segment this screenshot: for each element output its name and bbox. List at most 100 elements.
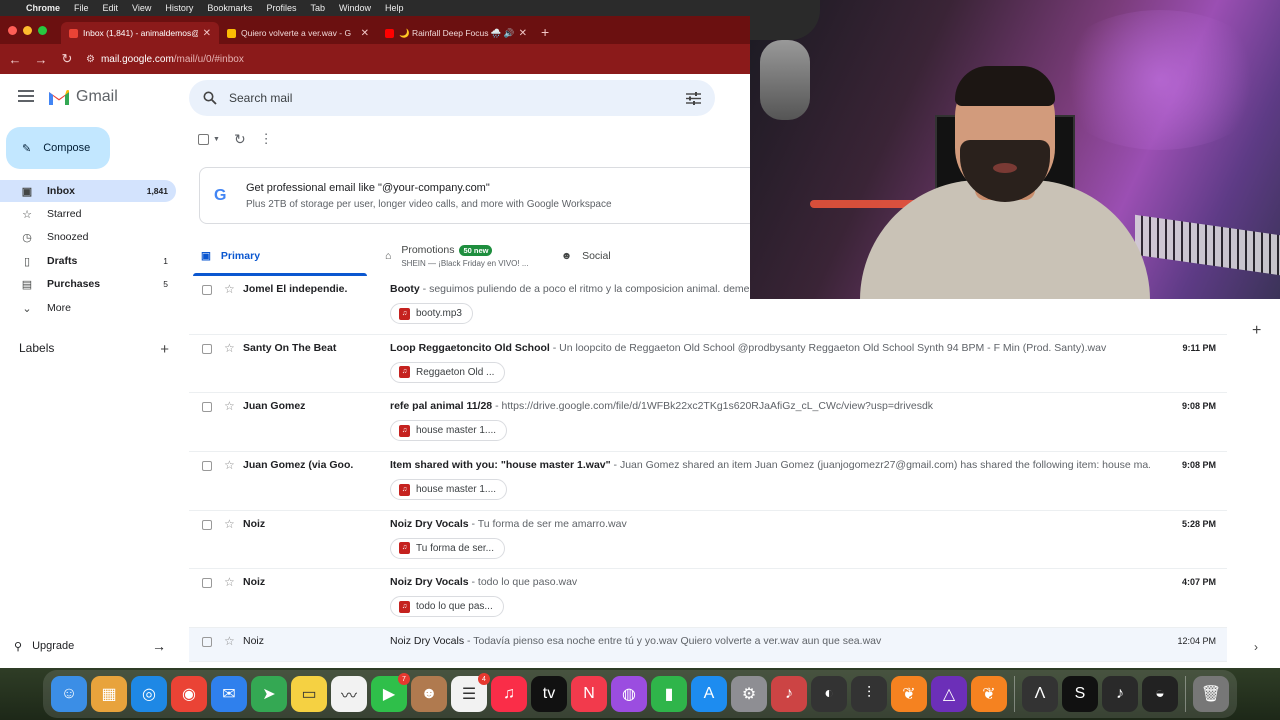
star-icon[interactable]: ☆ [224,282,235,296]
star-icon[interactable]: ☆ [224,399,235,413]
chrome-icon[interactable]: ◉ [171,676,207,712]
row-checkbox[interactable] [202,402,212,413]
numbers-icon[interactable]: ▮ [651,676,687,712]
star-icon[interactable]: ☆ [224,458,235,472]
maps-icon[interactable]: ➤ [251,676,287,712]
attachment-chip[interactable]: ♫ house master 1.... [390,479,508,501]
news-icon[interactable]: N [571,676,607,712]
audio-app-icon[interactable]: ◐ [811,676,847,712]
apogee-icon[interactable]: Λ [1022,676,1058,712]
music-icon[interactable]: ♫ [491,676,527,712]
tab-social[interactable]: ☻ Social [553,236,611,276]
freeform-icon[interactable]: 〰 [331,676,367,712]
minimize-window-button[interactable] [23,25,32,35]
search-bar[interactable]: Search mail [189,80,715,116]
safari-icon[interactable]: ◎ [131,676,167,712]
email-row[interactable]: ☆ Juan Gomez refe pal animal 11/28 - htt… [189,393,1227,453]
menu-bookmarks[interactable]: Bookmarks [207,3,252,13]
browser-tab-youtube[interactable]: 🌙 Rainfall Deep Focus 🌧️ 🔊 ✕ [377,22,535,44]
menu-window[interactable]: Window [339,3,371,13]
menu-edit[interactable]: Edit [103,3,119,13]
tab-primary[interactable]: ▣ Primary [193,236,367,276]
email-row[interactable]: ☆ Noiz Noiz Dry Vocals - Todavía pienso … [189,628,1227,663]
reminders-icon[interactable]: ☰ 4 [451,673,490,712]
email-row[interactable]: ☆ Noiz Noiz Dry Vocals - todo lo que pas… [189,569,1227,629]
attachment-chip[interactable]: ♫ Reggaeton Old ... [390,361,506,383]
add-label-icon[interactable]: + [160,341,169,358]
close-tab-icon[interactable]: ✕ [519,28,527,39]
mail-icon[interactable]: ✉ [211,676,247,712]
forward-arrow-icon[interactable]: → [34,52,48,67]
star-icon[interactable]: ☆ [224,341,235,355]
browser-tab-gmail[interactable]: Inbox (1,841) - animaldemos@ ✕ [61,22,219,44]
gmail-logo[interactable]: Gmail [48,88,118,106]
row-checkbox[interactable] [202,578,212,589]
tab-promotions[interactable]: ⌂ Promotions 50 new SHEIN — ¡Black Friday… [367,236,553,276]
blank-app-icon[interactable]: ♪ [1102,676,1138,712]
email-row[interactable]: ☆ Noiz Noiz Dry Vocals - Tu forma de ser… [189,511,1227,570]
search-options-icon[interactable] [686,91,701,105]
music-app-icon[interactable]: ♪ [771,676,807,712]
star-icon[interactable]: ☆ [224,575,235,589]
notes-icon[interactable]: ▭ [291,676,327,712]
attachment-chip[interactable]: ♫ house master 1.... [390,420,508,442]
attachment-chip[interactable]: ♫ Tu forma de ser... [390,537,505,559]
sidebar-item-drafts[interactable]: ▯ Drafts 1 [0,250,176,272]
compose-button[interactable]: ✎ Compose [6,127,110,169]
zoom-window-button[interactable] [38,25,47,35]
email-row[interactable]: ☆ Juan Gomez (via Goo. Item shared with … [189,452,1227,511]
row-checkbox[interactable] [202,343,212,354]
new-tab-icon[interactable]: + [535,20,549,44]
url-field[interactable]: ⚙ mail.google.com/mail/u/0/#inbox [86,54,244,65]
facetime-icon[interactable]: ▶ 7 [371,673,410,712]
select-all-checkbox[interactable]: ▼ [198,133,220,145]
sidebar-item-snoozed[interactable]: ◷ Snoozed [0,226,176,248]
mixer-icon[interactable]: ⫶ [851,676,887,712]
obs-icon[interactable]: ◒ [1142,676,1178,712]
sidebar-item-purchases[interactable]: ▤ Purchases 5 [0,273,176,295]
close-tab-icon[interactable]: ✕ [203,28,211,39]
splice-icon[interactable]: S [1062,676,1098,712]
contacts-icon[interactable]: ☻ [411,676,447,712]
chevron-right-icon[interactable]: › [1254,640,1258,654]
sidebar-item-inbox[interactable]: ▣ Inbox 1,841 [0,180,176,202]
search-input[interactable]: Search mail [229,91,686,105]
add-side-panel-icon[interactable]: + [1252,322,1261,340]
attachment-chip[interactable]: ♫ todo lo que pas... [390,596,504,618]
more-vertical-icon[interactable]: ⋮ [260,131,273,147]
menu-profiles[interactable]: Profiles [266,3,296,13]
sidebar-item-more[interactable]: ⌄ More [0,297,176,319]
upgrade-button[interactable]: ⚲ Upgrade → [14,635,166,657]
trash-icon[interactable]: 🗑 [1193,676,1229,712]
menu-chrome[interactable]: Chrome [26,3,60,13]
attachment-chip[interactable]: ♫ booty.mp3 [390,303,473,324]
back-arrow-icon[interactable]: ← [8,52,22,67]
refresh-icon[interactable]: ↻ [234,131,246,148]
row-checkbox[interactable] [202,637,212,648]
fl-studio-alt-icon[interactable]: ❦ [971,676,1007,712]
row-checkbox[interactable] [202,519,212,530]
sidebar-item-starred[interactable]: ☆ Starred [0,203,176,225]
menu-help[interactable]: Help [385,3,404,13]
menu-view[interactable]: View [132,3,151,13]
site-settings-icon[interactable]: ⚙ [86,54,95,65]
star-icon[interactable]: ☆ [224,517,235,531]
email-row[interactable]: ☆ Santy On The Beat Loop Reggaetoncito O… [189,335,1227,394]
close-window-button[interactable] [8,25,17,35]
menu-history[interactable]: History [165,3,193,13]
close-tab-icon[interactable]: ✕ [361,28,369,39]
tv-icon[interactable]: tv [531,676,567,712]
finder-icon[interactable]: ☺ [51,676,87,712]
launchpad-icon[interactable]: ▦ [91,676,127,712]
podcasts-icon[interactable]: ◍ [611,676,647,712]
system-settings-icon[interactable]: ⚙ [731,676,767,712]
star-icon[interactable]: ☆ [224,634,235,648]
ableton-icon[interactable]: △ [931,676,967,712]
app-store-icon[interactable]: A [691,676,727,712]
browser-tab-drive[interactable]: Quiero volverte a ver.wav - G ✕ [219,22,377,44]
search-icon[interactable] [203,91,217,105]
reload-icon[interactable]: ↻ [60,51,74,67]
row-checkbox[interactable] [202,285,212,295]
menu-file[interactable]: File [74,3,89,13]
row-checkbox[interactable] [202,461,212,472]
